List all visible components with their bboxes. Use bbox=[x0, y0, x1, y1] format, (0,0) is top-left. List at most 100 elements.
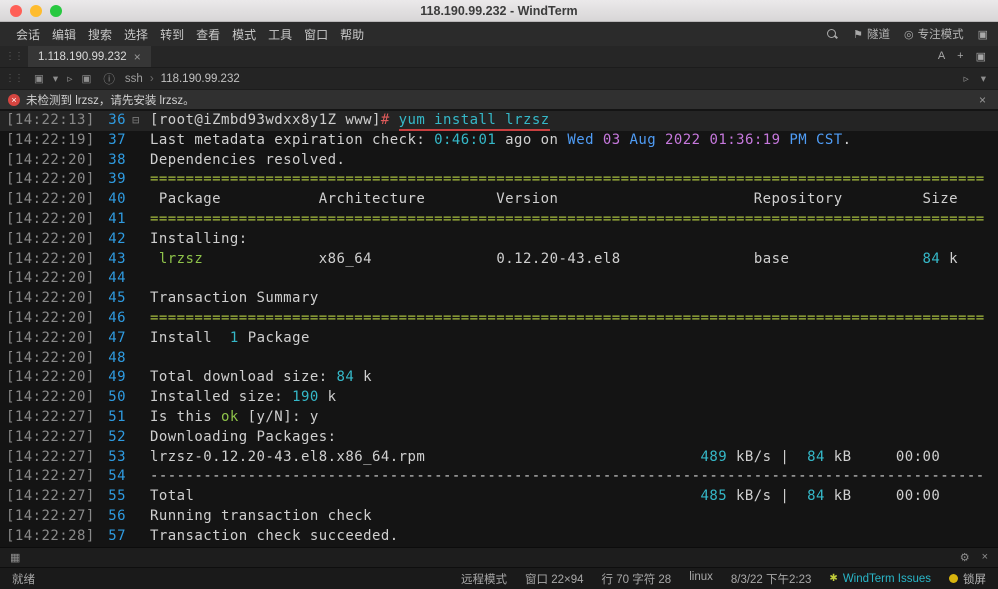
line-number: 45 bbox=[108, 290, 126, 307]
menu-item[interactable]: 查看 bbox=[190, 26, 226, 43]
line-number: 46 bbox=[108, 309, 126, 326]
lock-label: 锁屏 bbox=[963, 573, 986, 586]
focus-mode-button[interactable]: ◎ 专注模式 bbox=[904, 26, 964, 42]
status-item[interactable]: 8/3/22 下午2:23 bbox=[731, 571, 812, 587]
timestamp: [14:22:27] bbox=[6, 507, 95, 524]
lock-screen-button[interactable]: 锁屏 bbox=[949, 571, 986, 587]
line-text: Installing: bbox=[150, 230, 248, 247]
panel-strip: ▦ ⚙ × bbox=[0, 547, 998, 567]
breadcrumb-host[interactable]: 118.190.99.232 bbox=[161, 73, 240, 85]
menu-item[interactable]: 工具 bbox=[262, 26, 298, 43]
terminal-line: [14:22:20] 47 Install 1 Package bbox=[0, 329, 998, 349]
layout-icon[interactable]: ▣ bbox=[978, 28, 988, 41]
minimize-window-button[interactable] bbox=[30, 4, 42, 17]
menu-item[interactable]: 转到 bbox=[154, 26, 190, 43]
panel-icon[interactable]: ⚙ bbox=[960, 551, 970, 564]
line-number: 38 bbox=[108, 151, 126, 168]
status-item[interactable]: 窗口 22×94 bbox=[525, 571, 584, 587]
paw-icon: ✱ bbox=[829, 573, 838, 584]
fold-marker-icon bbox=[126, 269, 146, 289]
line-text: ----------------------------------------… bbox=[150, 468, 985, 485]
fold-marker-icon[interactable]: ⊟ bbox=[126, 111, 146, 131]
status-item[interactable]: 行 70 字符 28 bbox=[602, 571, 672, 587]
toolbar-icons: ▣ ▾ ▹ ▣ bbox=[28, 73, 97, 85]
info-icon[interactable]: ⓘ bbox=[97, 71, 121, 87]
windterm-window: 118.190.99.232 - WindTerm 会话 编辑 搜索 选择 转到 查看 模式… bbox=[0, 0, 998, 589]
close-window-button[interactable] bbox=[10, 4, 22, 17]
timestamp: [14:22:20] bbox=[6, 309, 95, 326]
issues-label: WindTerm Issues bbox=[842, 572, 931, 585]
tunnel-button[interactable]: ⚑ 隧道 bbox=[853, 26, 890, 42]
line-text: [root@iZmbd93wdxx8y1Z www]# yum install … bbox=[146, 111, 550, 131]
tool-icon[interactable]: ▹ bbox=[67, 73, 72, 85]
line-text: Transaction check succeeded. bbox=[150, 527, 399, 544]
timestamp: [14:22:27] bbox=[6, 468, 95, 485]
menu-item[interactable]: 模式 bbox=[226, 26, 262, 43]
terminal-line: [14:22:27] 54 ----------------------------… bbox=[0, 467, 998, 487]
breadcrumb-protocol[interactable]: ssh bbox=[125, 73, 143, 85]
tab-buttons: A + ▣ bbox=[938, 50, 998, 63]
tool-icon[interactable]: ▾ bbox=[981, 73, 986, 85]
menu-item[interactable]: 帮助 bbox=[334, 26, 370, 43]
menu-item[interactable]: 搜索 bbox=[82, 26, 118, 43]
timestamp: [14:22:27] bbox=[6, 488, 95, 505]
tool-icon[interactable]: ▣ bbox=[34, 73, 44, 85]
line-text: Total 485 kB/s | 84 kB 00:00 bbox=[150, 488, 941, 505]
timestamp: [14:22:20] bbox=[6, 151, 95, 168]
session-tab[interactable]: 1.118.190.99.232 × bbox=[28, 46, 151, 67]
terminal-line: [14:22:19] 37 Last metadata expiration che… bbox=[0, 131, 998, 151]
timestamp: [14:22:20] bbox=[6, 250, 95, 267]
menu-item[interactable]: 编辑 bbox=[46, 26, 82, 43]
line-number: 57 bbox=[108, 527, 126, 544]
search-icon[interactable] bbox=[826, 28, 839, 41]
tab-button[interactable]: ▣ bbox=[976, 50, 986, 63]
timestamp: [14:22:20] bbox=[6, 389, 95, 406]
timestamp: [14:22:13] bbox=[6, 112, 95, 128]
timestamp: [14:22:20] bbox=[6, 191, 95, 208]
drag-grip-icon[interactable]: ⋮⋮ bbox=[0, 73, 28, 84]
chevron-icon: › bbox=[149, 72, 154, 85]
line-text: Install 1 Package bbox=[150, 329, 310, 346]
toolbar-right-icons: ▹ ▾ bbox=[963, 73, 998, 85]
fold-marker-icon bbox=[126, 190, 146, 210]
tab-close-icon[interactable]: × bbox=[134, 50, 141, 64]
fold-marker-icon bbox=[126, 309, 146, 329]
menu-item[interactable]: 窗口 bbox=[298, 26, 334, 43]
terminal-line: [14:22:27] 53 lrzsz-0.12.20-43.el8.x86_64.… bbox=[0, 448, 998, 468]
fold-marker-icon bbox=[126, 507, 146, 527]
fold-marker-icon bbox=[126, 329, 146, 349]
status-item[interactable]: 远程模式 bbox=[461, 571, 507, 587]
terminal[interactable]: [14:22:13] 36 ⊟ [root@iZmbd93wdxx8y1Z www]#… bbox=[0, 109, 998, 547]
menu-item[interactable]: 会话 bbox=[10, 26, 46, 43]
timestamp: [14:22:20] bbox=[6, 171, 95, 188]
timestamp: [14:22:27] bbox=[6, 448, 95, 465]
line-number: 55 bbox=[108, 488, 126, 505]
tool-icon[interactable]: ▾ bbox=[53, 73, 58, 85]
fold-marker-icon bbox=[126, 428, 146, 448]
terminal-line: [14:22:20] 40 Package Architecture Versio… bbox=[0, 190, 998, 210]
line-text: Running transaction check bbox=[150, 507, 372, 524]
tab-button[interactable]: + bbox=[957, 50, 963, 63]
panel-icon[interactable]: × bbox=[982, 551, 988, 564]
zoom-window-button[interactable] bbox=[50, 4, 62, 17]
timestamp: [14:22:27] bbox=[6, 408, 95, 425]
tool-icon[interactable]: ▹ bbox=[963, 73, 968, 85]
fold-marker-icon bbox=[126, 250, 146, 270]
status-item[interactable]: linux bbox=[689, 571, 713, 587]
drag-grip-icon[interactable]: ⋮⋮ bbox=[0, 51, 28, 62]
target-icon: ◎ bbox=[903, 28, 914, 41]
traffic-lights bbox=[10, 4, 62, 17]
terminal-panel-icon[interactable]: ▦ bbox=[10, 551, 20, 564]
menu-item[interactable]: 选择 bbox=[118, 26, 154, 43]
notification-close-icon[interactable]: × bbox=[979, 93, 990, 107]
terminal-line: [14:22:20] 41 ============================… bbox=[0, 210, 998, 230]
windterm-issues-link[interactable]: ✱ WindTerm Issues bbox=[829, 573, 931, 585]
fold-marker-icon bbox=[126, 210, 146, 230]
tool-icon[interactable]: ▣ bbox=[81, 73, 91, 85]
terminal-line: [14:22:20] 48 bbox=[0, 349, 998, 369]
line-number: 48 bbox=[108, 349, 126, 366]
timestamp: [14:22:20] bbox=[6, 349, 95, 366]
tab-button[interactable]: A bbox=[938, 50, 945, 63]
line-text: Dependencies resolved. bbox=[150, 151, 346, 168]
line-number: 53 bbox=[108, 448, 126, 465]
